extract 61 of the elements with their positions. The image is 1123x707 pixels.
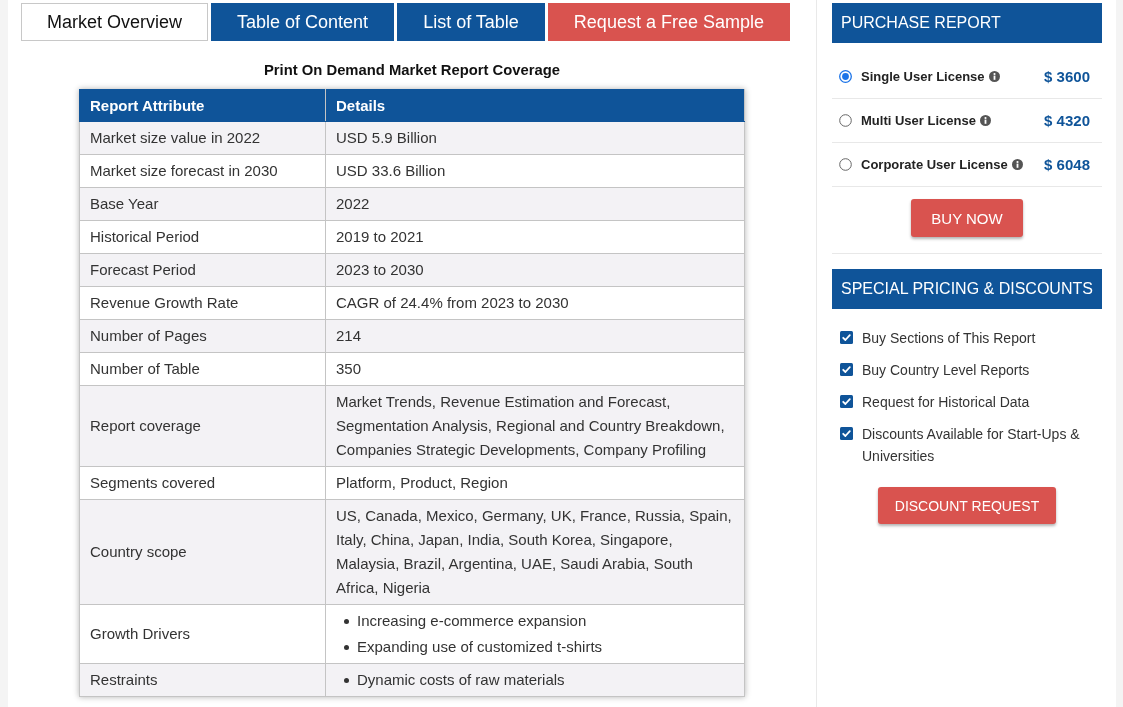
table-cell: Forecast Period	[79, 253, 326, 287]
table-cell: 350	[325, 352, 745, 386]
tab[interactable]: Market Overview	[21, 3, 209, 41]
checkbox-label: Buy Country Level Reports	[862, 361, 1030, 380]
table-cell: Number of Pages	[79, 319, 326, 353]
radio-button[interactable]	[839, 114, 852, 127]
list-item-text: Increasing e-commerce expansion	[357, 611, 587, 631]
table-cell: Segments covered	[79, 466, 326, 500]
table-cell: 214	[325, 319, 745, 353]
radio-button[interactable]	[839, 70, 852, 83]
info-icon[interactable]	[1011, 159, 1023, 170]
table-title: Print On Demand Market Report Coverage	[264, 62, 560, 79]
info-icon[interactable]	[979, 115, 991, 126]
checkbox[interactable]	[840, 363, 853, 376]
checkbox[interactable]	[840, 427, 853, 440]
license-name: Multi User License	[861, 113, 976, 128]
bullet-icon	[344, 677, 349, 683]
table-cell: Restraints	[79, 663, 326, 697]
table-cell: USD 5.9 Billion	[325, 121, 745, 155]
checkbox-label: Discounts Available for Start-Ups & Universities	[862, 425, 1081, 466]
section-header: PURCHASE REPORT	[832, 3, 1102, 43]
table-cell: Growth Drivers	[79, 604, 326, 664]
buy-now-button[interactable]: BUY NOW	[911, 199, 1023, 237]
bullet-icon	[344, 618, 349, 624]
discount-request-button[interactable]: DISCOUNT REQUEST	[877, 487, 1057, 524]
license-name: Single User License	[861, 69, 985, 84]
table-cell: US, Canada, Mexico, Germany, UK, France, Russia, Spain, Italy, China, Japan, India, South Korea, Singapore, Malaysia, Brazil, Argentina, UAE, Saudi Arabia, South Africa, Nigeria	[325, 499, 745, 605]
table-cell: Number of Table	[79, 352, 326, 386]
request-sample-button[interactable]: Request a Free Sample	[547, 3, 790, 41]
table-cell: Platform, Product, Region	[325, 466, 745, 500]
table-header-cell: Details	[325, 89, 745, 122]
checkbox-label: Buy Sections of This Report	[862, 329, 1036, 348]
checkbox-label: Request for Historical Data	[862, 393, 1030, 412]
license-name: Corporate User License	[861, 157, 1008, 172]
table-cell: USD 33.6 Billion	[325, 154, 745, 188]
checkbox[interactable]	[840, 331, 853, 344]
table-cell: Country scope	[79, 499, 326, 605]
table-cell: 2023 to 2030	[325, 253, 745, 287]
table-cell: CAGR of 24.4% from 2023 to 2030	[325, 286, 745, 320]
table-cell: 2019 to 2021	[325, 220, 745, 254]
table-cell: Market size value in 2022	[79, 121, 326, 155]
table-cell: 2022	[325, 187, 745, 221]
tab[interactable]: List of Table	[397, 3, 545, 41]
section-header: SPECIAL PRICING & DISCOUNTS	[832, 269, 1102, 309]
info-icon[interactable]	[988, 71, 1000, 82]
table-cell: Market Trends, Revenue Estimation and Forecast, Segmentation Analysis, Regional and Country Breakdown, Companies Strategic Developments, Company Profiling	[325, 385, 745, 467]
license-price: $ 4320	[1044, 112, 1090, 129]
checkbox[interactable]	[840, 395, 853, 408]
list-item-text: Dynamic costs of raw materials	[357, 670, 565, 690]
table-header-cell: Report Attribute	[79, 89, 326, 122]
table-cell: Report coverage	[79, 385, 326, 467]
radio-button[interactable]	[839, 158, 852, 171]
table-cell: Historical Period	[79, 220, 326, 254]
table-cell: Revenue Growth Rate	[79, 286, 326, 320]
license-price: $ 3600	[1044, 68, 1090, 85]
table-cell: Market size forecast in 2030	[79, 154, 326, 188]
tab[interactable]: Table of Content	[211, 3, 395, 41]
license-price: $ 6048	[1044, 156, 1090, 173]
list-item-text: Expanding use of customized t-shirts	[357, 637, 603, 657]
bullet-icon	[344, 644, 349, 650]
table-cell: Base Year	[79, 187, 326, 221]
